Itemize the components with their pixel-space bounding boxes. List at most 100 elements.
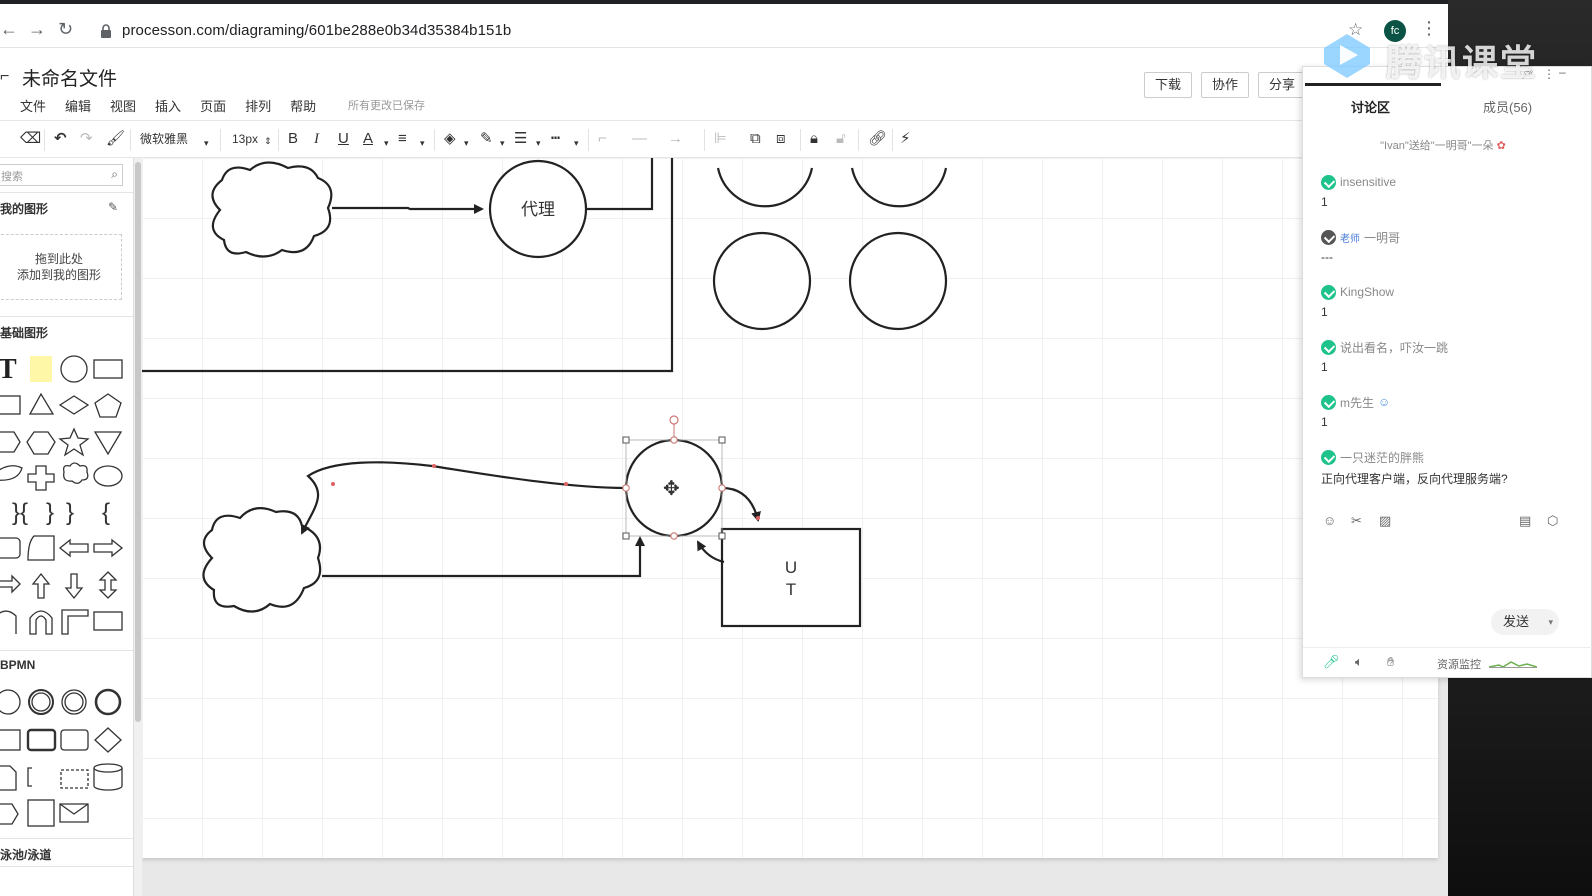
- proxy-label[interactable]: 代理: [521, 200, 555, 219]
- document-title[interactable]: 未命名文件: [22, 64, 117, 91]
- arrow-circle-to-box[interactable]: [721, 486, 761, 522]
- data-store-icon[interactable]: [93, 763, 123, 773]
- hand-raise-icon[interactable]: ✋︎: [1387, 654, 1394, 670]
- note-shape-icon[interactable]: [30, 356, 52, 382]
- data-object-icon[interactable]: [0, 765, 17, 791]
- ellipse-shape-icon[interactable]: [93, 465, 123, 487]
- reload-icon[interactable]: ↻: [58, 20, 73, 38]
- group-icon[interactable]: [60, 769, 89, 789]
- rotate-handle[interactable]: [669, 415, 679, 425]
- end-event-icon[interactable]: [94, 688, 122, 716]
- down-arrow-shape-icon[interactable]: [64, 573, 84, 600]
- format-brush-icon[interactable]: 🖌: [106, 131, 125, 147]
- menu-arrange[interactable]: 排列: [245, 96, 271, 115]
- align-objects-icon[interactable]: ⊫: [714, 131, 727, 147]
- arrow-cloud-to-proxy[interactable]: [332, 204, 484, 214]
- cloud-shape-top[interactable]: [211, 161, 333, 258]
- resource-monitor-label[interactable]: 资源监控: [1437, 656, 1481, 672]
- italic-button[interactable]: I: [314, 131, 319, 147]
- back-icon[interactable]: ←: [0, 20, 18, 38]
- unlock-icon[interactable]: 🔓︎: [836, 131, 846, 147]
- start-event-icon[interactable]: [0, 689, 21, 715]
- basic-shapes-title[interactable]: 基础图形: [0, 324, 48, 341]
- chevron-down-icon[interactable]: ▾: [384, 135, 389, 151]
- circle-partial-1[interactable]: [716, 167, 814, 208]
- chevron-down-icon[interactable]: ▾: [204, 135, 209, 151]
- cloud-shape-bottom[interactable]: [202, 507, 322, 613]
- menu-file[interactable]: 文件: [20, 96, 46, 115]
- collaborate-button[interactable]: 协作: [1201, 72, 1250, 98]
- connector-proxy-out[interactable]: [586, 158, 654, 211]
- diagram-svg[interactable]: ✥ 代理 U T: [142, 158, 1438, 858]
- menu-view[interactable]: 视图: [110, 96, 136, 115]
- shape-search-input[interactable]: 搜索 ⌕: [0, 164, 123, 186]
- container-shape-icon[interactable]: [93, 611, 123, 631]
- arch-shape-icon[interactable]: [29, 610, 53, 635]
- link-icon[interactable]: 🔗︎: [868, 131, 887, 147]
- circle-server-1[interactable]: [712, 231, 812, 331]
- corner-shape-icon[interactable]: [61, 609, 89, 635]
- canvas-page[interactable]: ✥ 代理 U T: [142, 158, 1438, 858]
- u-turn-shape-icon[interactable]: [0, 610, 17, 634]
- font-size-input[interactable]: 13px: [232, 131, 258, 147]
- up-arrow-shape-icon[interactable]: [31, 572, 51, 599]
- message-icon[interactable]: [59, 803, 89, 823]
- fill-color-icon[interactable]: ◈: [444, 131, 456, 147]
- forward-icon[interactable]: →: [28, 20, 46, 38]
- sender-name[interactable]: KingShow: [1340, 285, 1394, 299]
- circle-server-2[interactable]: [848, 231, 948, 331]
- line-end-icon[interactable]: →: [668, 131, 683, 147]
- cloud-shape-icon[interactable]: [62, 462, 89, 484]
- sender-name[interactable]: 一只迷茫的胖熊: [1340, 449, 1424, 466]
- bpmn-title[interactable]: BPMN: [0, 658, 35, 672]
- annotation-icon[interactable]: [27, 767, 32, 787]
- chevron-down-icon[interactable]: ▾: [574, 135, 579, 151]
- box-label-line1[interactable]: U: [785, 558, 797, 577]
- triangle-shape-icon[interactable]: [28, 392, 55, 415]
- microphone-icon[interactable]: 🎤︎: [1323, 654, 1340, 670]
- text-shape-icon[interactable]: T: [0, 354, 17, 385]
- callout-shape-icon[interactable]: [0, 465, 23, 481]
- up-down-arrow-shape-icon[interactable]: [98, 571, 118, 599]
- brace-shape-icon[interactable]: {: [102, 499, 110, 526]
- magic-wand-icon[interactable]: ⚡︎: [900, 131, 911, 147]
- lock-icon[interactable]: 🔒︎: [810, 131, 818, 147]
- chevron-down-icon[interactable]: ▾: [536, 135, 541, 151]
- send-back-icon[interactable]: ⧈: [776, 131, 786, 147]
- pool-icon[interactable]: [27, 799, 55, 827]
- emoji-picker-icon[interactable]: ☺: [1323, 513, 1336, 528]
- menu-insert[interactable]: 插入: [155, 96, 181, 115]
- double-arrow-shape-icon[interactable]: [0, 574, 21, 594]
- line-style-icon[interactable]: ┅: [551, 131, 560, 147]
- underline-button[interactable]: U: [338, 131, 349, 147]
- chevron-down-icon[interactable]: ▾: [420, 135, 425, 151]
- brace-shape-icon[interactable]: }: [66, 499, 74, 526]
- diamond-shape-icon[interactable]: [58, 395, 90, 415]
- download-button[interactable]: 下载: [1144, 72, 1193, 98]
- document-shape-icon[interactable]: [27, 535, 55, 561]
- subprocess-icon[interactable]: [60, 729, 89, 751]
- box-label-line2[interactable]: T: [786, 580, 796, 599]
- more-icon[interactable]: ⋮: [1543, 67, 1555, 81]
- bold-button[interactable]: B: [288, 131, 298, 147]
- connector-type-icon[interactable]: ⌐: [598, 131, 607, 147]
- rectangle-ut[interactable]: [720, 527, 862, 628]
- redo-icon[interactable]: ↷: [80, 131, 93, 147]
- sender-name[interactable]: 一明哥: [1364, 229, 1400, 246]
- bring-front-icon[interactable]: ⧉: [750, 131, 761, 147]
- curved-arrow-to-cloud[interactable]: [300, 461, 627, 535]
- gateway-icon[interactable]: [94, 727, 122, 753]
- my-shapes-title[interactable]: 我的图形: [0, 200, 48, 217]
- brace-shape-icon[interactable]: }{: [12, 499, 28, 526]
- tab-discussion[interactable]: 讨论区: [1351, 97, 1390, 116]
- swimlane-title[interactable]: 泳池/泳道: [0, 846, 51, 863]
- align-icon[interactable]: ≡: [398, 131, 407, 147]
- left-arrow-shape-icon[interactable]: [58, 538, 89, 558]
- my-shapes-drop-area[interactable]: 拖到此处 添加到我的图形: [0, 234, 122, 300]
- task-icon[interactable]: [0, 729, 21, 751]
- cross-shape-icon[interactable]: [27, 465, 55, 491]
- circle-partial-2[interactable]: [850, 167, 948, 208]
- send-button[interactable]: 发送 ▾: [1491, 609, 1559, 635]
- back-to-files-icon[interactable]: ⌐: [0, 68, 9, 86]
- circle-shape-icon[interactable]: [60, 355, 88, 383]
